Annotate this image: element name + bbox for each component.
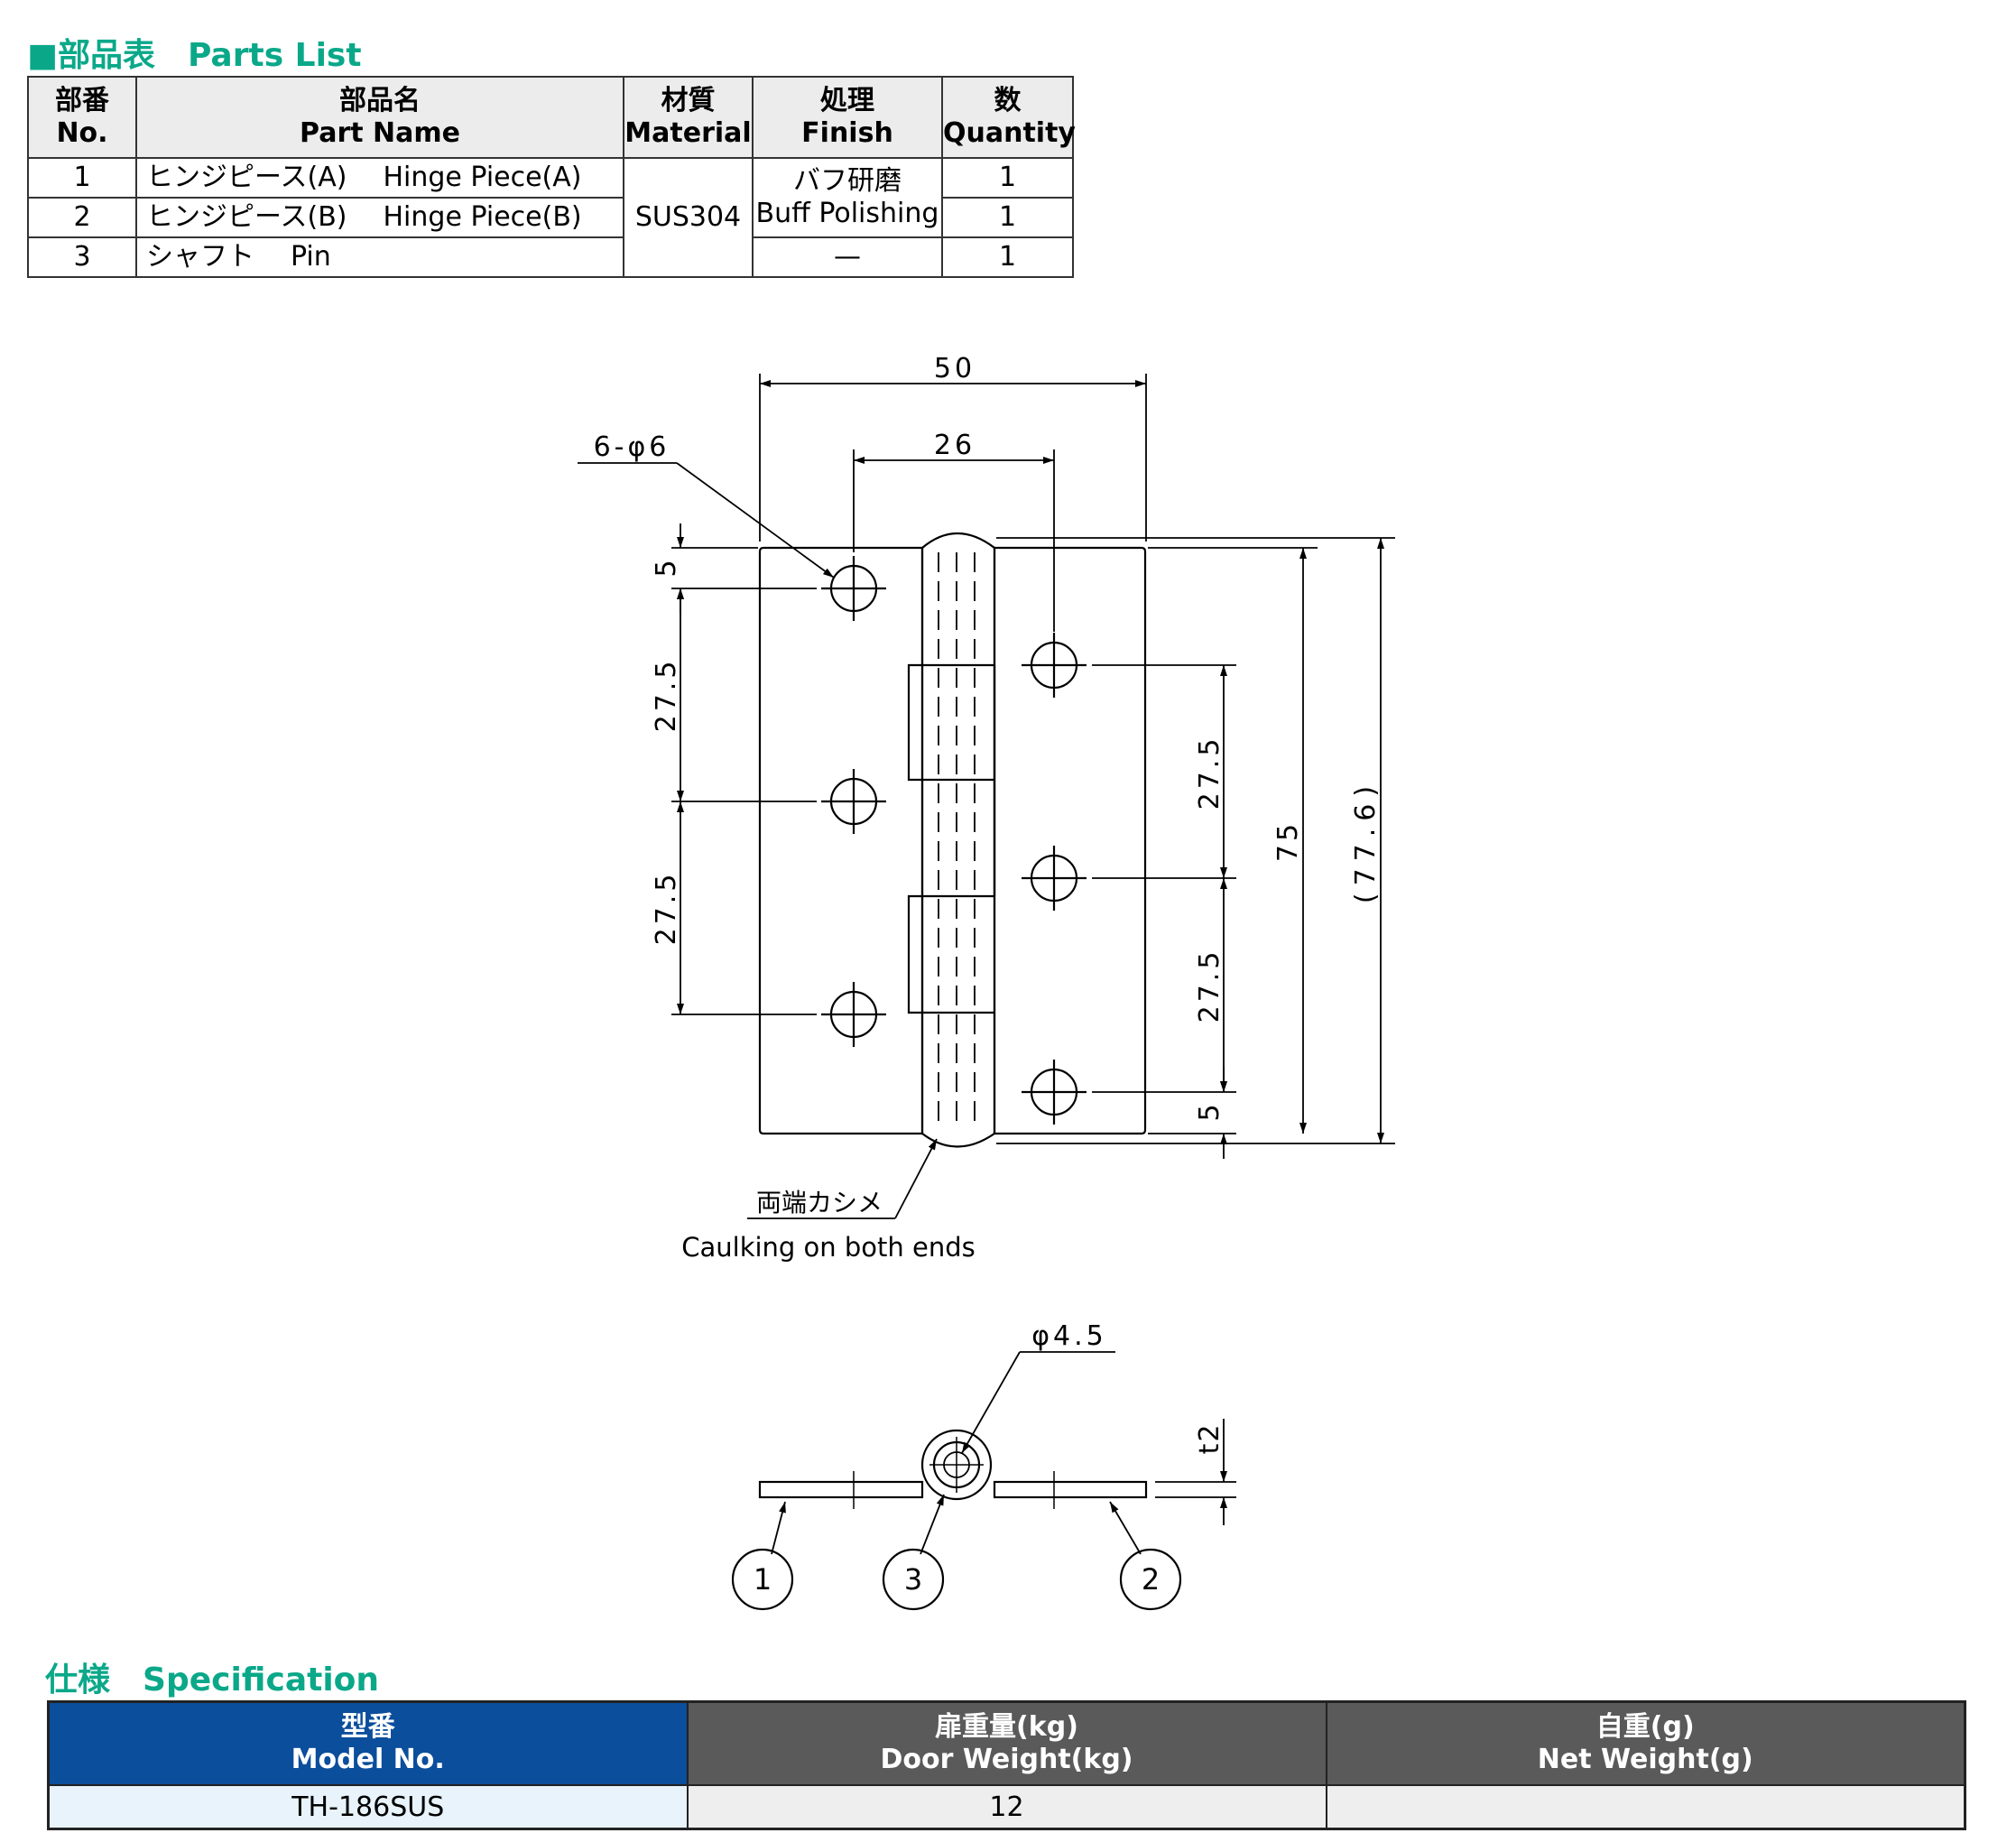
balloon-1-label: 1 [754,1562,772,1597]
header-net-weight: 自重(g) Net Weight(g) [1325,1700,1966,1786]
spec-table: 型番 Model No. 扉重量(kg) Door Weight(kg) 自重(g)… [47,1700,1966,1830]
dim-pin-label: φ4.5 [1031,1320,1107,1352]
specification-title-en: Specification [143,1662,380,1699]
knuckle-top [921,532,995,549]
dim-thickness-label: t2 [1194,1423,1225,1455]
hinge-front-view [758,532,1147,1148]
dim-bottom-offset-label: 5 [1194,1104,1225,1121]
side-leaf-a [758,1480,924,1499]
table-row: TH-186SUS 12 [47,1784,1966,1830]
hinge-side-view [758,1429,1148,1509]
caulking-ja-label: 両端カシメ [756,1188,883,1217]
dim-top-offset-label: 5 [651,560,682,577]
dim-height-label: 75 [1272,820,1304,862]
dim-pitch-right-2-label: 27.5 [1194,949,1225,1023]
dimension-lines [578,374,1395,1219]
net-weight-cell [1325,1784,1966,1830]
header-model-no: 型番 Model No. [47,1700,689,1786]
dim-overall-height-label: (77.6) [1350,779,1382,903]
model-no-cell: TH-186SUS [47,1784,689,1830]
pin-hidden-lines [938,552,976,1130]
side-leaf-b [993,1480,1148,1499]
specification-title-ja: 仕様 [45,1662,111,1699]
specification-title: 仕様 Specification [45,1653,379,1700]
dim-holes-label: 6-φ6 [594,431,670,463]
dim-pitch-right-1-label: 27.5 [1194,736,1225,810]
dim-pitch-left-1-label: 27.5 [651,658,682,733]
hinge-leaf-a [758,546,924,1135]
dim-pitch-left-2-label: 27.5 [651,871,682,946]
dim-width-label: 50 [934,353,976,384]
holes-right [1022,633,1087,1125]
balloon-2-label: 2 [1142,1562,1160,1597]
hinge-leaf-b [993,546,1147,1135]
hinge-drawing: 50 26 6-φ6 5 27.5 27.5 27.5 27.5 5 75 (7… [578,353,1395,1611]
part-balloons [731,1548,1182,1611]
spec-table-header-row: 型番 Model No. 扉重量(kg) Door Weight(kg) 自重(g)… [47,1700,1966,1786]
side-dimension-lines [771,1351,1236,1555]
door-weight-cell: 12 [686,1784,1327,1830]
holes-left [821,556,886,1047]
caulking-en-label: Caulking on both ends [681,1232,976,1263]
dim-hole-pitch-label: 26 [934,430,976,461]
balloon-3-label: 3 [904,1562,922,1597]
header-door-weight: 扉重量(kg) Door Weight(kg) [686,1700,1327,1786]
